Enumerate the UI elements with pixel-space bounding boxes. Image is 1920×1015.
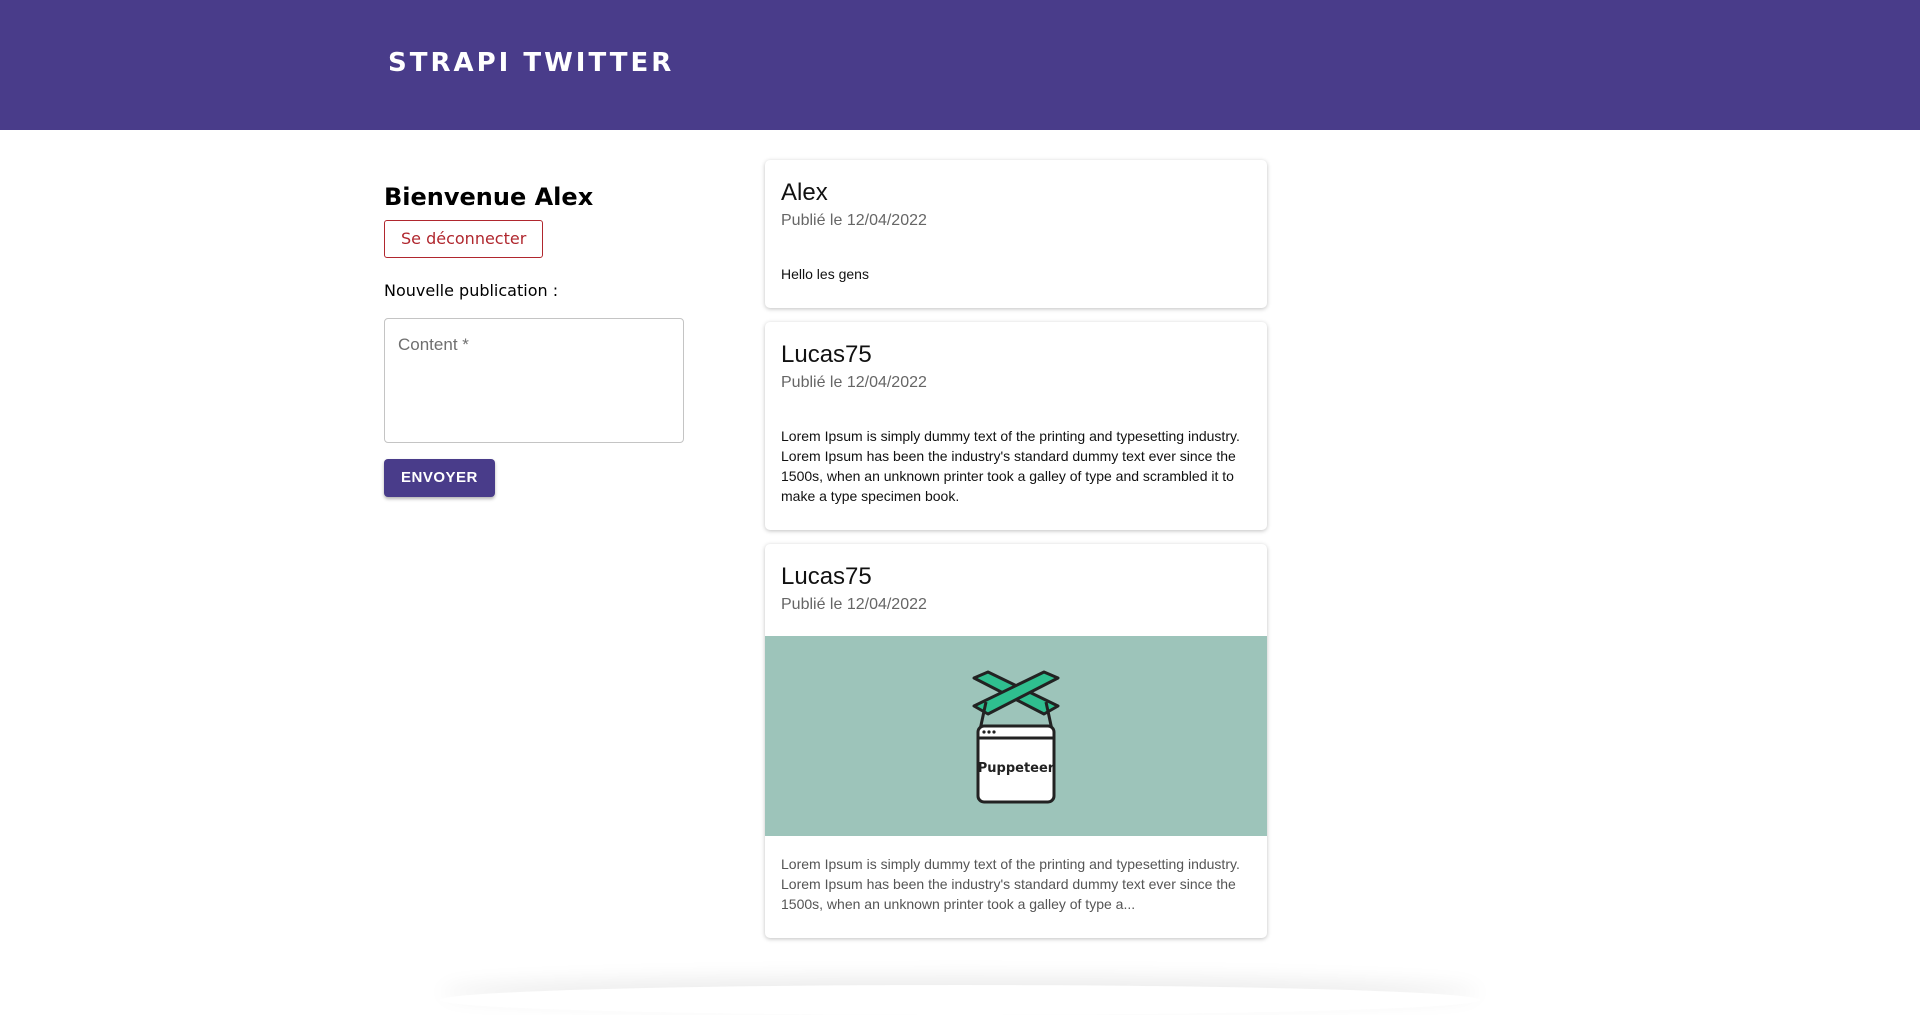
post-author: Lucas75: [781, 563, 872, 590]
post-author: Lucas75: [781, 341, 872, 368]
content-placeholder: Content *: [398, 335, 469, 354]
post-date: Publié le 12/04/2022: [781, 212, 927, 229]
logout-button[interactable]: Se déconnecter: [384, 220, 544, 258]
post-date: Publié le 12/04/2022: [781, 596, 927, 613]
sidebar: Bienvenue Alex Se déconnecter Nouvelle p…: [384, 180, 684, 497]
post-card: Lucas75 Publié le 12/04/2022 Lorem Ipsum…: [765, 322, 1267, 530]
post-text: Lorem Ipsum is simply dummy text of the …: [781, 428, 1240, 504]
send-button[interactable]: ENVOYER: [384, 459, 495, 497]
footer-shadow: [440, 985, 1480, 1015]
post-text: Lorem Ipsum is simply dummy text of the …: [781, 856, 1240, 912]
post-text: Hello les gens: [781, 266, 869, 282]
post-card: Lucas75 Publié le 12/04/2022 Puppeteer L…: [765, 544, 1267, 938]
post-feed: Alex Publié le 12/04/2022 Hello les gens…: [765, 160, 1267, 952]
post-date: Publié le 12/04/2022: [781, 374, 927, 391]
post-card: Alex Publié le 12/04/2022 Hello les gens: [765, 160, 1267, 308]
welcome-heading: Bienvenue Alex: [384, 183, 594, 211]
content-textarea[interactable]: Content *: [384, 318, 684, 443]
puppeteer-logo-icon: Puppeteer: [972, 670, 1060, 804]
post-image: Puppeteer: [765, 636, 1267, 836]
post-author: Alex: [781, 179, 828, 206]
new-publication-label: Nouvelle publication :: [384, 281, 559, 300]
puppeteer-logo-label: Puppeteer: [978, 761, 1055, 776]
brand-title[interactable]: STRAPI TWITTER: [388, 48, 674, 78]
app-header: STRAPI TWITTER: [0, 0, 1920, 130]
